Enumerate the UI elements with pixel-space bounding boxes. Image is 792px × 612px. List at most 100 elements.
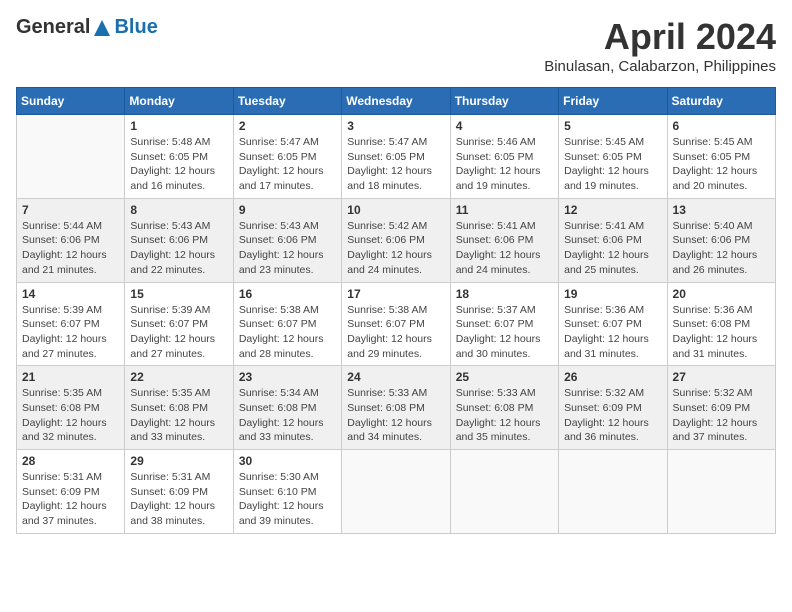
day-info: Sunrise: 5:45 AMSunset: 6:05 PMDaylight:… bbox=[564, 135, 661, 194]
calendar-week-row: 14 Sunrise: 5:39 AMSunset: 6:07 PMDayligh… bbox=[17, 282, 776, 366]
calendar-cell: 3Sunrise: 5:47 AMSunset: 6:05 PMDaylight… bbox=[342, 115, 450, 199]
day-number: 14 bbox=[22, 287, 119, 301]
calendar-cell: 19 Sunrise: 5:36 AMSunset: 6:07 PMDayligh… bbox=[559, 282, 667, 366]
day-info: Sunrise: 5:32 AMSunset: 6:09 PMDaylight:… bbox=[673, 386, 770, 445]
day-info: Sunrise: 5:31 AMSunset: 6:09 PMDaylight:… bbox=[130, 470, 227, 529]
day-number: 9 bbox=[239, 203, 336, 217]
calendar-cell: 21 Sunrise: 5:35 AMSunset: 6:08 PMDayligh… bbox=[17, 366, 125, 450]
calendar-cell: 2Sunrise: 5:47 AMSunset: 6:05 PMDaylight… bbox=[233, 115, 341, 199]
calendar-cell: 18 Sunrise: 5:37 AMSunset: 6:07 PMDayligh… bbox=[450, 282, 558, 366]
calendar-week-row: 21 Sunrise: 5:35 AMSunset: 6:08 PMDayligh… bbox=[17, 366, 776, 450]
calendar-cell: 6 Sunrise: 5:45 AMSunset: 6:05 PMDaylight… bbox=[667, 115, 775, 199]
day-number: 12 bbox=[564, 203, 661, 217]
page-header: General Blue April 2024 Binulasan, Calab… bbox=[16, 16, 776, 75]
day-number: 11 bbox=[456, 203, 553, 217]
calendar-cell: 11 Sunrise: 5:41 AMSunset: 6:06 PMDayligh… bbox=[450, 198, 558, 282]
day-info: Sunrise: 5:35 AMSunset: 6:08 PMDaylight:… bbox=[22, 386, 119, 445]
calendar-week-row: 28 Sunrise: 5:31 AMSunset: 6:09 PMDayligh… bbox=[17, 450, 776, 534]
calendar-cell: 24Sunrise: 5:33 AMSunset: 6:08 PMDayligh… bbox=[342, 366, 450, 450]
logo: General Blue bbox=[16, 16, 158, 39]
day-info: Sunrise: 5:42 AMSunset: 6:06 PMDaylight:… bbox=[347, 219, 444, 278]
day-info: Sunrise: 5:47 AMSunset: 6:05 PMDaylight:… bbox=[239, 135, 336, 194]
calendar-cell: 28 Sunrise: 5:31 AMSunset: 6:09 PMDayligh… bbox=[17, 450, 125, 534]
day-number: 18 bbox=[456, 287, 553, 301]
day-info: Sunrise: 5:47 AMSunset: 6:05 PMDaylight:… bbox=[347, 135, 444, 194]
calendar-cell: 15 Sunrise: 5:39 AMSunset: 6:07 PMDayligh… bbox=[125, 282, 233, 366]
day-info: Sunrise: 5:31 AMSunset: 6:09 PMDaylight:… bbox=[22, 470, 119, 529]
calendar-subtitle: Binulasan, Calabarzon, Philippines bbox=[544, 58, 776, 75]
calendar-cell bbox=[559, 450, 667, 534]
calendar-week-row: 1 Sunrise: 5:48 AMSunset: 6:05 PMDaylight… bbox=[17, 115, 776, 199]
day-info: Sunrise: 5:37 AMSunset: 6:07 PMDaylight:… bbox=[456, 303, 553, 362]
day-number: 7 bbox=[22, 203, 119, 217]
day-number: 15 bbox=[130, 287, 227, 301]
day-number: 4 bbox=[456, 119, 553, 133]
day-header: Saturday bbox=[667, 88, 775, 115]
day-number: 19 bbox=[564, 287, 661, 301]
day-number: 22 bbox=[130, 370, 227, 384]
day-number: 23 bbox=[239, 370, 336, 384]
day-number: 29 bbox=[130, 454, 227, 468]
day-info: Sunrise: 5:34 AMSunset: 6:08 PMDaylight:… bbox=[239, 386, 336, 445]
day-number: 27 bbox=[673, 370, 770, 384]
day-info: Sunrise: 5:39 AMSunset: 6:07 PMDaylight:… bbox=[22, 303, 119, 362]
calendar-title: April 2024 bbox=[544, 16, 776, 58]
day-number: 6 bbox=[673, 119, 770, 133]
calendar-cell: 4 Sunrise: 5:46 AMSunset: 6:05 PMDaylight… bbox=[450, 115, 558, 199]
day-info: Sunrise: 5:30 AMSunset: 6:10 PMDaylight:… bbox=[239, 470, 336, 529]
day-number: 30 bbox=[239, 454, 336, 468]
calendar-cell: 27 Sunrise: 5:32 AMSunset: 6:09 PMDayligh… bbox=[667, 366, 775, 450]
calendar-cell bbox=[342, 450, 450, 534]
day-info: Sunrise: 5:32 AMSunset: 6:09 PMDaylight:… bbox=[564, 386, 661, 445]
day-info: Sunrise: 5:35 AMSunset: 6:08 PMDaylight:… bbox=[130, 386, 227, 445]
day-number: 20 bbox=[673, 287, 770, 301]
calendar-week-row: 7 Sunrise: 5:44 AMSunset: 6:06 PMDaylight… bbox=[17, 198, 776, 282]
day-info: Sunrise: 5:46 AMSunset: 6:05 PMDaylight:… bbox=[456, 135, 553, 194]
day-info: Sunrise: 5:38 AMSunset: 6:07 PMDaylight:… bbox=[239, 303, 336, 362]
day-info: Sunrise: 5:36 AMSunset: 6:08 PMDaylight:… bbox=[673, 303, 770, 362]
calendar-cell: 29 Sunrise: 5:31 AMSunset: 6:09 PMDayligh… bbox=[125, 450, 233, 534]
day-header: Thursday bbox=[450, 88, 558, 115]
day-number: 17 bbox=[347, 287, 444, 301]
logo-blue-text: Blue bbox=[114, 16, 157, 39]
calendar-cell: 14 Sunrise: 5:39 AMSunset: 6:07 PMDayligh… bbox=[17, 282, 125, 366]
calendar-cell: 16 Sunrise: 5:38 AMSunset: 6:07 PMDayligh… bbox=[233, 282, 341, 366]
day-info: Sunrise: 5:41 AMSunset: 6:06 PMDaylight:… bbox=[456, 219, 553, 278]
day-number: 26 bbox=[564, 370, 661, 384]
day-number: 16 bbox=[239, 287, 336, 301]
calendar-header-row: SundayMondayTuesdayWednesdayThursdayFrid… bbox=[17, 88, 776, 115]
day-number: 8 bbox=[130, 203, 227, 217]
calendar-cell: 25 Sunrise: 5:33 AMSunset: 6:08 PMDayligh… bbox=[450, 366, 558, 450]
calendar-cell: 5 Sunrise: 5:45 AMSunset: 6:05 PMDaylight… bbox=[559, 115, 667, 199]
day-info: Sunrise: 5:48 AMSunset: 6:05 PMDaylight:… bbox=[130, 135, 227, 194]
day-info: Sunrise: 5:43 AMSunset: 6:06 PMDaylight:… bbox=[130, 219, 227, 278]
day-header: Wednesday bbox=[342, 88, 450, 115]
day-number: 1 bbox=[130, 119, 227, 133]
day-info: Sunrise: 5:45 AMSunset: 6:05 PMDaylight:… bbox=[673, 135, 770, 194]
calendar-cell: 30 Sunrise: 5:30 AMSunset: 6:10 PMDayligh… bbox=[233, 450, 341, 534]
calendar-cell: 12 Sunrise: 5:41 AMSunset: 6:06 PMDayligh… bbox=[559, 198, 667, 282]
calendar-cell: 26 Sunrise: 5:32 AMSunset: 6:09 PMDayligh… bbox=[559, 366, 667, 450]
day-number: 21 bbox=[22, 370, 119, 384]
day-info: Sunrise: 5:36 AMSunset: 6:07 PMDaylight:… bbox=[564, 303, 661, 362]
day-number: 13 bbox=[673, 203, 770, 217]
calendar-cell: 17Sunrise: 5:38 AMSunset: 6:07 PMDayligh… bbox=[342, 282, 450, 366]
day-info: Sunrise: 5:43 AMSunset: 6:06 PMDaylight:… bbox=[239, 219, 336, 278]
day-header: Tuesday bbox=[233, 88, 341, 115]
day-info: Sunrise: 5:33 AMSunset: 6:08 PMDaylight:… bbox=[456, 386, 553, 445]
day-header: Friday bbox=[559, 88, 667, 115]
calendar-cell: 8 Sunrise: 5:43 AMSunset: 6:06 PMDaylight… bbox=[125, 198, 233, 282]
day-info: Sunrise: 5:44 AMSunset: 6:06 PMDaylight:… bbox=[22, 219, 119, 278]
day-number: 25 bbox=[456, 370, 553, 384]
calendar-cell: 10 Sunrise: 5:42 AMSunset: 6:06 PMDayligh… bbox=[342, 198, 450, 282]
calendar-table: SundayMondayTuesdayWednesdayThursdayFrid… bbox=[16, 87, 776, 534]
day-info: Sunrise: 5:41 AMSunset: 6:06 PMDaylight:… bbox=[564, 219, 661, 278]
day-info: Sunrise: 5:40 AMSunset: 6:06 PMDaylight:… bbox=[673, 219, 770, 278]
day-number: 10 bbox=[347, 203, 444, 217]
day-header: Monday bbox=[125, 88, 233, 115]
calendar-cell: 20 Sunrise: 5:36 AMSunset: 6:08 PMDayligh… bbox=[667, 282, 775, 366]
day-number: 5 bbox=[564, 119, 661, 133]
day-info: Sunrise: 5:39 AMSunset: 6:07 PMDaylight:… bbox=[130, 303, 227, 362]
day-number: 28 bbox=[22, 454, 119, 468]
day-header: Sunday bbox=[17, 88, 125, 115]
